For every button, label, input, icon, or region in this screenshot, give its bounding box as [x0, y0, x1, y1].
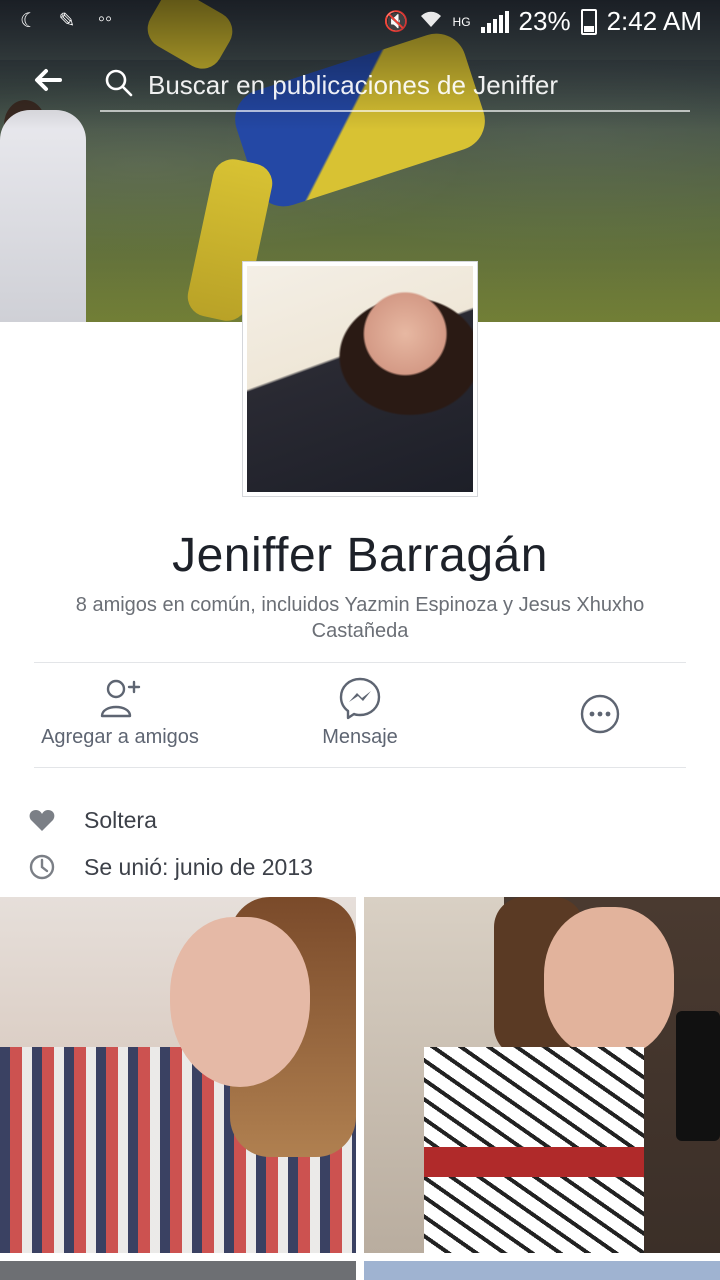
cover-figure-left [0, 110, 86, 322]
search-bar[interactable] [100, 60, 690, 112]
brush-icon: ✎ [58, 10, 76, 32]
profile-picture[interactable] [242, 261, 478, 497]
photo-thumbnail[interactable] [364, 1261, 720, 1280]
signal-icon [480, 10, 509, 33]
messenger-icon [339, 677, 381, 720]
profile-screen: ☾ ✎ ◦◦ 🔇 HG 23% 2:42 AM Buscar en public… [0, 0, 720, 1280]
profile-name: Jeniffer Barragán [172, 529, 548, 582]
photo-thumbnail[interactable] [364, 897, 720, 1253]
search-icon [105, 69, 133, 97]
clock: 2:42 AM [606, 6, 702, 36]
voicemail-icon: ◦◦ [97, 8, 113, 30]
clock-icon [29, 854, 55, 880]
wifi-icon [419, 9, 443, 35]
notification-icons: ☾ ✎ ◦◦ [18, 8, 116, 33]
more-options-icon [580, 694, 620, 734]
joined-row: Se unió: junio de 2013 [28, 849, 688, 885]
search-input[interactable] [146, 66, 680, 104]
message-button[interactable]: Mensaje [300, 676, 420, 749]
message-label: Mensaje [322, 726, 398, 748]
photo-thumbnail[interactable] [0, 1261, 356, 1280]
divider [34, 767, 686, 768]
photo-phone [676, 1011, 720, 1141]
add-friend-icon [100, 679, 141, 718]
joined-text: Se unió: junio de 2013 [84, 853, 313, 880]
photo-face [170, 917, 310, 1087]
status-right: 🔇 HG 23% 2:42 AM [384, 6, 702, 37]
profile-photo [247, 266, 473, 492]
network-type: HG [452, 14, 471, 29]
heart-icon [29, 810, 55, 831]
divider [34, 662, 686, 663]
add-friend-button[interactable]: Agregar a amigos [34, 676, 206, 749]
back-arrow-icon[interactable] [32, 64, 72, 104]
battery-percent: 23% [518, 6, 571, 36]
mute-icon: 🔇 [383, 11, 409, 33]
moon-icon: ☾ [20, 10, 38, 32]
status-bar: ☾ ✎ ◦◦ 🔇 HG 23% 2:42 AM [0, 0, 720, 42]
battery-icon [580, 8, 597, 35]
add-friend-label: Agregar a amigos [41, 726, 199, 748]
photo-face [544, 907, 674, 1057]
more-button[interactable] [576, 692, 624, 736]
photo-thumbnail[interactable] [0, 897, 356, 1253]
mutual-friends[interactable]: 8 amigos en común, incluidos Yazmin Espi… [40, 592, 680, 644]
photo-belt [424, 1147, 644, 1177]
relationship-row: Soltera [28, 802, 688, 838]
relationship-text: Soltera [84, 806, 157, 833]
